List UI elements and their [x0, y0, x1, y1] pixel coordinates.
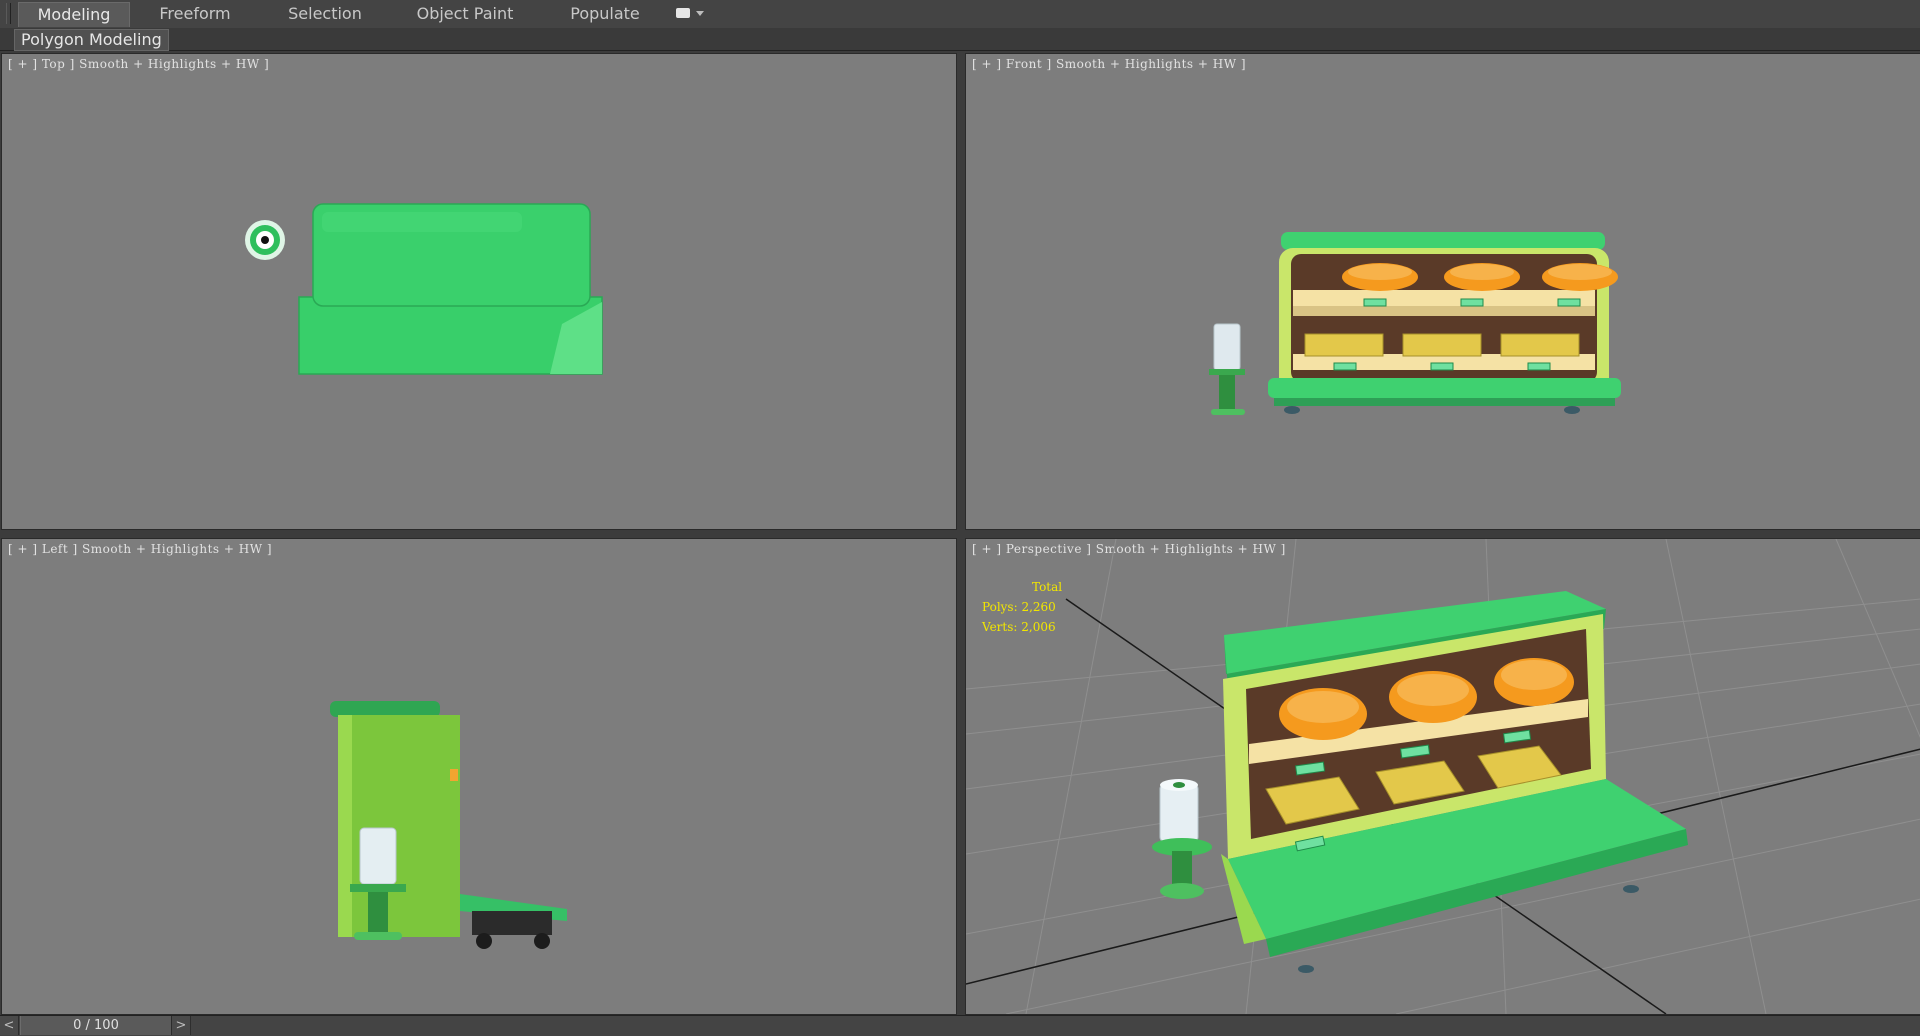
viewport-front[interactable]: [ + ] Front ] Smooth + Highlights + HW ] — [965, 53, 1920, 530]
time-slider-bar: < 0 / 100 > — [0, 1015, 1920, 1036]
time-slider-prev-button[interactable]: < — [0, 1016, 19, 1035]
camera-target-icon — [245, 220, 285, 260]
paper-towel-stand-perspective — [1152, 779, 1212, 899]
time-slider-frame: 0 / 100 — [73, 1018, 119, 1033]
top-view-scene — [245, 203, 603, 375]
left-view-scene — [330, 701, 567, 949]
cabinet-top-view — [298, 203, 603, 375]
time-slider-next-button[interactable]: > — [172, 1016, 191, 1035]
tab-object-paint[interactable]: Object Paint — [410, 2, 520, 26]
viewport-perspective[interactable]: [ + ] Perspective ] Smooth + Highlights … — [965, 538, 1920, 1015]
ribbon-options-icon[interactable] — [676, 8, 690, 18]
viewport-top[interactable]: [ + ] Top ] Smooth + Highlights + HW ] — [1, 53, 957, 530]
time-slider[interactable]: 0 / 100 — [20, 1016, 172, 1035]
display-cabinet-front — [1268, 232, 1621, 414]
ribbon-panel-bar: Polygon Modeling — [0, 28, 1920, 51]
cabinet-side-view — [330, 701, 567, 949]
perspective-scene — [966, 539, 1920, 1014]
front-view-scene — [1209, 232, 1621, 415]
viewport-left[interactable]: [ + ] Left ] Smooth + Highlights + HW ] — [1, 538, 957, 1015]
tab-selection[interactable]: Selection — [280, 2, 370, 26]
display-cabinet-perspective — [1221, 591, 1688, 973]
tab-freeform[interactable]: Freeform — [150, 2, 240, 26]
polygon-modeling-panel-button[interactable]: Polygon Modeling — [14, 29, 169, 51]
ribbon-grip[interactable] — [6, 3, 11, 24]
paper-towel-stand — [1209, 323, 1245, 415]
chevron-down-icon[interactable] — [696, 11, 704, 16]
tab-populate[interactable]: Populate — [560, 2, 650, 26]
tab-modeling[interactable]: Modeling — [18, 2, 130, 27]
ribbon-bar: Modeling Freeform Selection Object Paint… — [0, 0, 1920, 29]
